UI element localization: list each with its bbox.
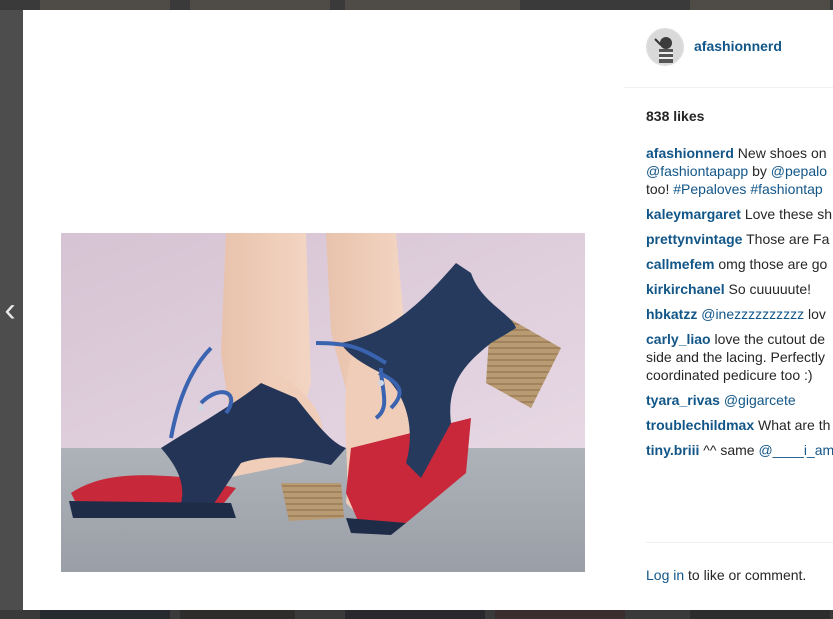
comment-username[interactable]: troublechildmax <box>646 417 754 433</box>
comment-username[interactable]: tiny.briii <box>646 442 699 458</box>
comment-item: hbkatzz @inezzzzzzzzzz lov <box>646 305 833 323</box>
comment-username[interactable]: kirkirchanel <box>646 281 725 297</box>
login-prompt: Log in to like or comment. <box>646 567 806 583</box>
chevron-left-icon: ‹ <box>4 291 16 329</box>
comment-text: coordinated pedicure too :) <box>646 367 813 383</box>
background-thumbnail <box>690 610 830 619</box>
comment-username[interactable]: callmefem <box>646 256 714 272</box>
avatar-image <box>647 29 683 65</box>
comment-item: kaleymargaret Love these sh <box>646 205 833 223</box>
comment-username[interactable]: prettynvintage <box>646 231 742 247</box>
hashtag-link[interactable]: #fashiontap <box>750 181 822 197</box>
mention-link[interactable]: @inezzzzzzzzzz <box>701 306 804 322</box>
login-prompt-text: to like or comment. <box>684 567 807 583</box>
comment-text: What are th <box>754 417 831 433</box>
background-thumbnail <box>40 610 170 619</box>
previous-post-button[interactable]: ‹ <box>0 292 20 328</box>
comment-text: Love these sh <box>740 206 833 222</box>
post-author-username[interactable]: afashionnerd <box>694 38 782 54</box>
comment-item: callmefem omg those are go <box>646 255 833 273</box>
hashtag-link[interactable]: #Pepaloves <box>673 181 746 197</box>
mention-link[interactable]: @pepalo <box>771 163 827 179</box>
comment-text: too! <box>646 181 674 197</box>
comments-list: afashionnerd New shoes on @fashiontapapp… <box>646 144 833 466</box>
comment-text: New shoes on <box>733 145 827 161</box>
background-thumbnail <box>690 0 830 10</box>
user-avatar[interactable] <box>646 28 684 66</box>
post-modal: afashionnerd 838 likes afashionnerd New … <box>23 10 833 610</box>
background-thumbnails-top <box>0 0 833 10</box>
comment-username[interactable]: carly_liao <box>646 331 711 347</box>
footer-divider <box>646 542 833 543</box>
comment-username[interactable]: tyara_rivas <box>646 392 720 408</box>
comment-item: kirkirchanel So cuuuuute! <box>646 280 833 298</box>
caption: afashionnerd New shoes on @fashiontapapp… <box>646 144 833 198</box>
comment-text: ^^ same <box>699 442 759 458</box>
background-thumbnail <box>345 0 520 10</box>
comment-username[interactable]: hbkatzz <box>646 306 697 322</box>
comment-item: prettynvintage Those are Fa <box>646 230 833 248</box>
mention-link[interactable]: @____i_am_ <box>758 442 833 458</box>
comment-text: Those are Fa <box>742 231 830 247</box>
comment-text: omg those are go <box>714 256 828 272</box>
login-link[interactable]: Log in <box>646 567 684 583</box>
sandals-photo <box>61 233 585 572</box>
mention-link[interactable]: @fashiontapapp <box>646 163 748 179</box>
comment-username[interactable]: kaleymargaret <box>646 206 741 222</box>
background-thumbnail <box>180 610 295 619</box>
background-thumbnail <box>495 610 625 619</box>
post-photo[interactable] <box>61 233 585 572</box>
comment-item: troublechildmax What are th <box>646 416 833 434</box>
likes-count[interactable]: 838 likes <box>646 108 704 124</box>
background-thumbnail <box>345 610 485 619</box>
background-thumbnail <box>40 0 170 10</box>
post-sidebar: afashionnerd 838 likes afashionnerd New … <box>624 10 833 610</box>
comment-text: side and the lacing. Perfectly <box>646 349 825 365</box>
comment-item: carly_liao love the cutout de side and t… <box>646 330 833 384</box>
comment-item: tiny.briii ^^ same @____i_am_ <box>646 441 833 459</box>
comment-username[interactable]: afashionnerd <box>646 145 734 161</box>
comment-text: So cuuuuute! <box>724 281 812 297</box>
comment-item: tyara_rivas @gigarcete <box>646 391 833 409</box>
mention-link[interactable]: @gigarcete <box>724 392 796 408</box>
comment-text: lov <box>804 306 826 322</box>
post-header: afashionnerd <box>624 10 833 88</box>
background-thumbnail <box>190 0 330 10</box>
background-thumbnails-bottom <box>0 610 833 619</box>
comment-text: love the cutout de <box>710 331 826 347</box>
comment-text: by <box>748 163 771 179</box>
